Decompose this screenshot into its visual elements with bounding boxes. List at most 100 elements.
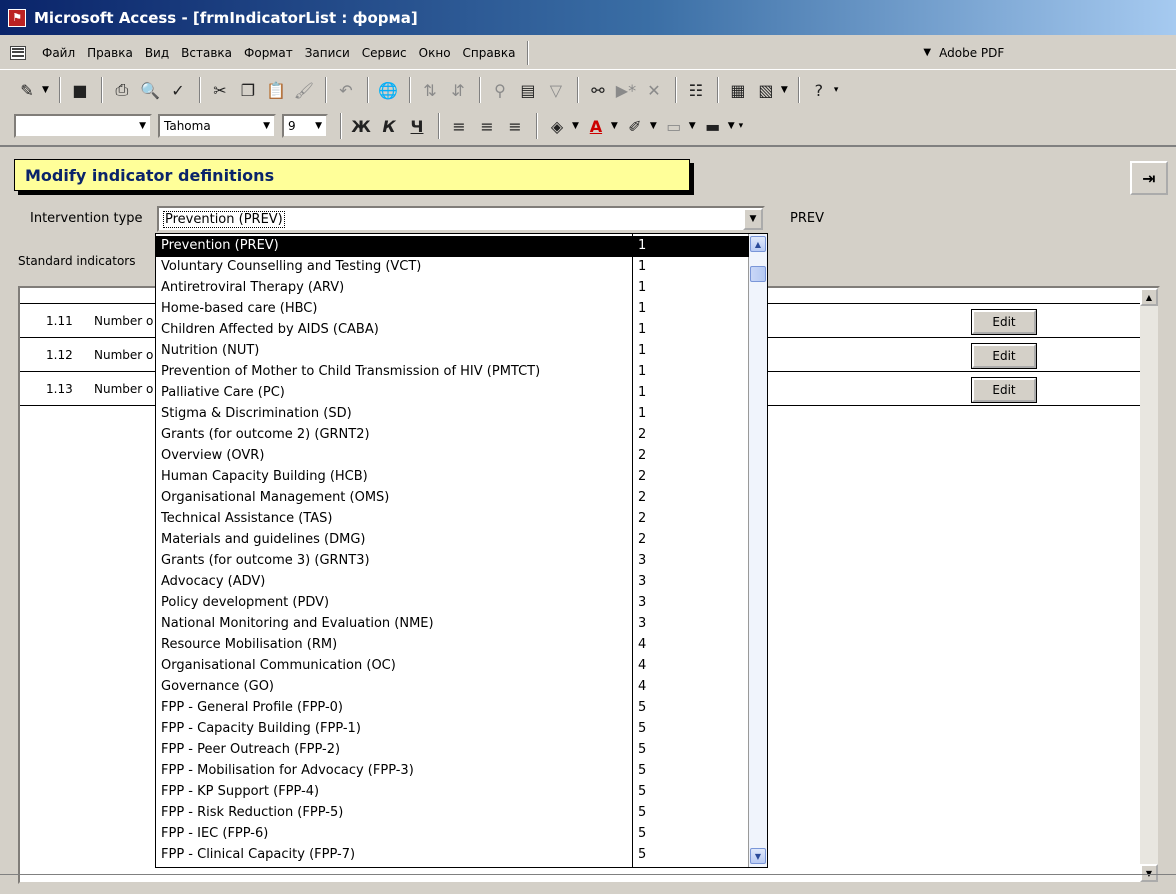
- new-record-icon[interactable]: ▶*: [613, 77, 639, 103]
- list-item[interactable]: FPP - Mobilisation for Advocacy (FPP-3) 5: [156, 761, 749, 782]
- list-item[interactable]: Stigma & Discrimination (SD) 1: [156, 404, 749, 425]
- find-icon[interactable]: ⚯: [585, 77, 611, 103]
- filter-by-selection-icon[interactable]: ⚲: [487, 77, 513, 103]
- cut-icon[interactable]: ✂: [207, 77, 233, 103]
- menu-file[interactable]: Файл: [36, 46, 81, 60]
- menu-records[interactable]: Записи: [299, 46, 356, 60]
- list-item[interactable]: FPP - Capacity Building (FPP-1) 5: [156, 719, 749, 740]
- fill-color-icon[interactable]: ◈: [544, 113, 570, 139]
- insert-hyperlink-icon[interactable]: 🌐: [375, 77, 401, 103]
- font-name-combo[interactable]: Tahoma ▼: [158, 114, 276, 138]
- filter-by-form-icon[interactable]: ▤: [515, 77, 541, 103]
- list-item[interactable]: Materials and guidelines (DMG) 2: [156, 530, 749, 551]
- intervention-dropdown-list[interactable]: ▲ ▼ Prevention (PREV) 1 Voluntary Counsell…: [155, 233, 768, 868]
- list-item[interactable]: Resource Mobilisation (RM) 4: [156, 635, 749, 656]
- list-item[interactable]: Children Affected by AIDS (CABA) 1: [156, 320, 749, 341]
- subform-scrollbar[interactable]: ▲ ▼: [1140, 288, 1158, 882]
- view-dropdown-icon[interactable]: ▼: [42, 85, 49, 95]
- menu-edit[interactable]: Правка: [81, 46, 139, 60]
- undo-icon[interactable]: ↶: [333, 77, 359, 103]
- delete-record-icon[interactable]: ✕: [641, 77, 667, 103]
- dropdown-scroll-down-button[interactable]: ▼: [750, 848, 766, 864]
- edit-button[interactable]: Edit: [971, 343, 1037, 369]
- list-item[interactable]: Prevention of Mother to Child Transmissi…: [156, 362, 749, 383]
- list-item[interactable]: Antiretroviral Therapy (ARV) 1: [156, 278, 749, 299]
- list-item[interactable]: FPP - IEC (FPP-6) 5: [156, 824, 749, 845]
- dropdown-scroll-up-button[interactable]: ▲: [750, 236, 766, 252]
- font-color-dropdown-icon[interactable]: ▼: [611, 121, 618, 131]
- list-item[interactable]: Technical Assistance (TAS) 2: [156, 509, 749, 530]
- special-effect-dropdown-icon[interactable]: ▼: [728, 121, 735, 131]
- list-item[interactable]: Prevention (PREV) 1: [156, 236, 749, 257]
- align-right-icon[interactable]: ≡: [502, 113, 528, 139]
- list-item[interactable]: National Monitoring and Evaluation (NME)…: [156, 614, 749, 635]
- edit-button[interactable]: Edit: [971, 309, 1037, 335]
- dropdown-scroll-thumb[interactable]: [750, 266, 766, 282]
- align-left-icon[interactable]: ≡: [446, 113, 472, 139]
- question-box-dropdown-arrow[interactable]: ▼: [923, 47, 931, 58]
- list-item[interactable]: Palliative Care (PC) 1: [156, 383, 749, 404]
- sort-ascending-icon[interactable]: ⇅: [417, 77, 443, 103]
- view-design-icon[interactable]: ✎: [14, 77, 40, 103]
- border-width-icon[interactable]: ▭: [661, 113, 687, 139]
- line-color-dropdown-icon[interactable]: ▼: [650, 121, 657, 131]
- new-object-dropdown-icon[interactable]: ▼: [781, 85, 788, 95]
- access-app-icon[interactable]: ⚑: [8, 8, 26, 27]
- menu-tools[interactable]: Сервис: [356, 46, 413, 60]
- list-item[interactable]: Organisational Communication (OC) 4: [156, 656, 749, 677]
- menu-help[interactable]: Справка: [457, 46, 522, 60]
- sort-descending-icon[interactable]: ⇵: [445, 77, 471, 103]
- help-icon[interactable]: ?: [806, 77, 832, 103]
- list-item[interactable]: Policy development (PDV) 3: [156, 593, 749, 614]
- list-item[interactable]: Advocacy (ADV) 3: [156, 572, 749, 593]
- list-item[interactable]: Human Capacity Building (HCB) 2: [156, 467, 749, 488]
- menu-format[interactable]: Формат: [238, 46, 299, 60]
- scroll-up-button[interactable]: ▲: [1140, 288, 1158, 306]
- special-effect-icon[interactable]: ▬: [700, 113, 726, 139]
- menu-view[interactable]: Вид: [139, 46, 175, 60]
- list-item[interactable]: FPP - KP Support (FPP-4) 5: [156, 782, 749, 803]
- print-preview-icon[interactable]: 🔍: [137, 77, 163, 103]
- menu-insert[interactable]: Вставка: [175, 46, 238, 60]
- menu-window[interactable]: Окно: [413, 46, 457, 60]
- toolbar-options-icon[interactable]: ▾: [834, 85, 839, 95]
- paste-icon[interactable]: 📋: [263, 77, 289, 103]
- bold-button[interactable]: Ж: [348, 113, 374, 139]
- object-combo[interactable]: ▼: [14, 114, 152, 138]
- align-center-icon[interactable]: ≡: [474, 113, 500, 139]
- list-item[interactable]: FPP - Clinical Capacity (FPP-7) 5: [156, 845, 749, 866]
- border-width-dropdown-icon[interactable]: ▼: [689, 121, 696, 131]
- spelling-icon[interactable]: ✓: [165, 77, 191, 103]
- format-painter-icon[interactable]: 🖌: [291, 77, 317, 103]
- toolbar-options-icon[interactable]: ▾: [739, 121, 744, 131]
- underline-button[interactable]: Ч: [404, 113, 430, 139]
- print-icon[interactable]: ⎙: [109, 77, 135, 103]
- list-item[interactable]: Grants (for outcome 3) (GRNT3) 3: [156, 551, 749, 572]
- form-document-icon[interactable]: [10, 45, 26, 60]
- edit-button[interactable]: Edit: [971, 377, 1037, 403]
- list-item[interactable]: FPP - Risk Reduction (FPP-5) 5: [156, 803, 749, 824]
- fill-color-dropdown-icon[interactable]: ▼: [572, 121, 579, 131]
- copy-icon[interactable]: ❐: [235, 77, 261, 103]
- list-item[interactable]: Overview (OVR) 2: [156, 446, 749, 467]
- intervention-dropdown-button[interactable]: ▼: [743, 208, 763, 230]
- new-object-icon[interactable]: ▧: [753, 77, 779, 103]
- save-icon[interactable]: ■: [67, 77, 93, 103]
- properties-icon[interactable]: ☷: [683, 77, 709, 103]
- list-item[interactable]: Governance (GO) 4: [156, 677, 749, 698]
- database-window-icon[interactable]: ▦: [725, 77, 751, 103]
- list-item[interactable]: FPP - Peer Outreach (FPP-2) 5: [156, 740, 749, 761]
- dropdown-scrollbar[interactable]: ▲ ▼: [748, 234, 767, 867]
- line-color-icon[interactable]: ✐: [622, 113, 648, 139]
- list-item[interactable]: Voluntary Counselling and Testing (VCT) 1: [156, 257, 749, 278]
- exit-door-button[interactable]: ⇥: [1130, 161, 1168, 195]
- apply-filter-icon[interactable]: ▽: [543, 77, 569, 103]
- font-size-combo[interactable]: 9 ▼: [282, 114, 328, 138]
- list-item[interactable]: Grants (for outcome 2) (GRNT2) 2: [156, 425, 749, 446]
- font-color-icon[interactable]: A: [583, 113, 609, 139]
- menu-adobe-pdf[interactable]: Adobe PDF: [939, 46, 1004, 60]
- list-item[interactable]: Nutrition (NUT) 1: [156, 341, 749, 362]
- list-item[interactable]: FPP - General Profile (FPP-0) 5: [156, 698, 749, 719]
- list-item[interactable]: Home-based care (HBC) 1: [156, 299, 749, 320]
- list-item[interactable]: Organisational Management (OMS) 2: [156, 488, 749, 509]
